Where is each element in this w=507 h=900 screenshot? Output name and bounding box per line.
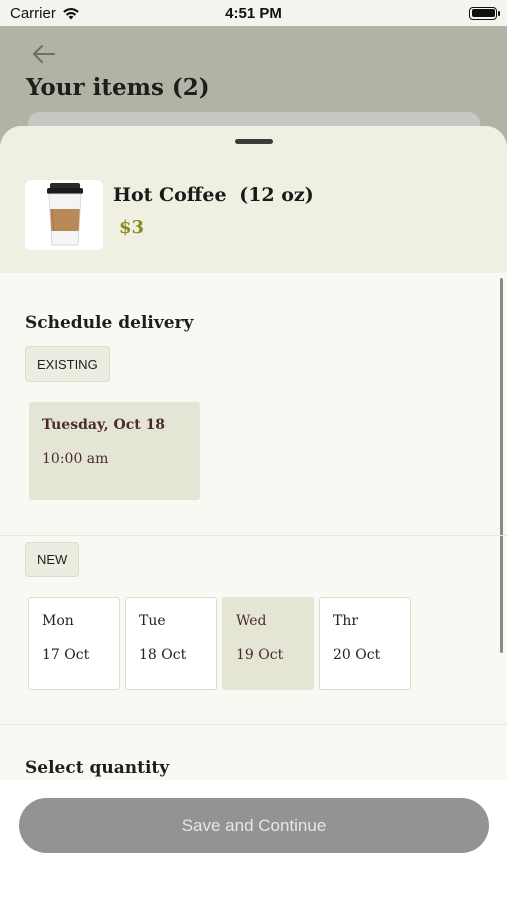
product-size: (12 oz) (239, 184, 314, 206)
day-date: 20 Oct (333, 647, 381, 663)
wifi-icon (63, 7, 79, 19)
day-card-wed[interactable]: Wed 19 Oct (222, 597, 314, 690)
background-page: Your items (2) (0, 26, 507, 152)
product-price: $3 (119, 217, 145, 238)
product-name: Hot Coffee (12 oz) (113, 184, 314, 206)
carrier-label: Carrier (10, 4, 56, 22)
scroll-indicator[interactable] (500, 278, 503, 653)
product-name-text: Hot Coffee (113, 184, 227, 206)
day-card-tue[interactable]: Tue 18 Oct (125, 597, 217, 690)
sheet-grabber[interactable] (235, 139, 273, 144)
day-name: Thr (333, 613, 359, 629)
divider (0, 535, 507, 536)
battery-icon (469, 6, 500, 20)
status-bar: Carrier 4:51 PM (0, 0, 507, 26)
existing-tag: EXISTING (25, 346, 110, 382)
day-card-mon[interactable]: Mon 17 Oct (28, 597, 120, 690)
existing-slot-card[interactable]: Tuesday, Oct 18 10:00 am (29, 402, 200, 500)
sheet-header: Hot Coffee (12 oz) $3 (0, 126, 507, 273)
save-and-continue-button[interactable]: Save and Continue (19, 798, 489, 853)
bottom-bar: Save and Continue (0, 780, 507, 900)
day-name: Wed (236, 613, 267, 629)
back-button[interactable] (30, 40, 58, 68)
existing-slot-date: Tuesday, Oct 18 (42, 417, 166, 433)
quantity-title: Select quantity (25, 758, 170, 778)
divider (0, 724, 507, 725)
coffee-cup-icon (47, 183, 83, 246)
status-left: Carrier (10, 5, 80, 22)
new-tag: NEW (25, 542, 80, 577)
existing-slot-time: 10:00 am (42, 451, 109, 467)
day-card-thr[interactable]: Thr 20 Oct (319, 597, 411, 690)
day-name: Tue (139, 613, 166, 629)
arrow-left-icon (33, 45, 55, 63)
day-name: Mon (42, 613, 74, 629)
page-title: Your items (2) (26, 74, 210, 101)
day-date: 17 Oct (42, 647, 90, 663)
day-date: 18 Oct (139, 647, 187, 663)
day-date: 19 Oct (236, 647, 284, 663)
product-image (25, 180, 103, 250)
day-picker: Mon 17 Oct Tue 18 Oct Wed 19 Oct Thr 20 … (28, 597, 411, 690)
schedule-title: Schedule delivery (25, 313, 194, 333)
